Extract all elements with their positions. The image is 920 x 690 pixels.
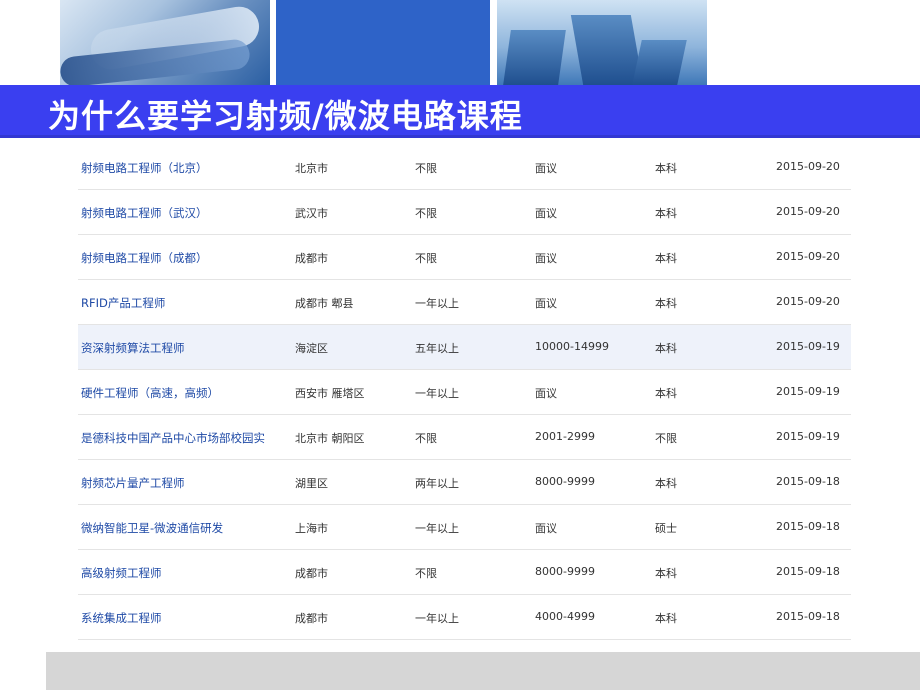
job-experience: 五年以上 [415, 342, 459, 355]
table-row[interactable]: 资深射频算法工程师 海淀区 五年以上 10000-14999 本科 2015-09-19 [78, 325, 851, 370]
job-title-link[interactable]: RFID产品工程师 [81, 295, 165, 311]
job-education: 硕士 [655, 522, 677, 535]
job-salary: 面议 [535, 297, 557, 310]
job-salary: 面议 [535, 387, 557, 400]
job-location: 北京市 朝阳区 [295, 432, 365, 445]
job-title-link[interactable]: 微纳智能卫星-微波通信研发 [81, 520, 223, 536]
job-education: 本科 [655, 297, 677, 310]
job-date: 2015-09-18 [776, 565, 840, 578]
job-salary: 面议 [535, 207, 557, 220]
job-location: 成都市 [295, 612, 328, 625]
job-title-link[interactable]: 硬件工程师（高速，高频） [81, 385, 219, 401]
blue-panel [276, 0, 490, 85]
job-education: 本科 [655, 162, 677, 175]
job-title-link[interactable]: 是德科技中国产品中心市场部校园实 [81, 430, 265, 446]
job-salary: 面议 [535, 522, 557, 535]
job-experience: 不限 [415, 432, 437, 445]
job-education: 本科 [655, 567, 677, 580]
job-title-link[interactable]: 射频电路工程师（北京） [81, 160, 208, 176]
table-row[interactable]: 射频电路工程师（北京） 北京市 不限 面议 本科 2015-09-20 [78, 145, 851, 190]
table-row[interactable]: 高级射频工程师 成都市 不限 8000-9999 本科 2015-09-18 [78, 550, 851, 595]
job-salary: 面议 [535, 252, 557, 265]
table-row[interactable]: 射频电路工程师（武汉） 武汉市 不限 面议 本科 2015-09-20 [78, 190, 851, 235]
job-date: 2015-09-20 [776, 205, 840, 218]
table-row[interactable]: 射频芯片量产工程师 湖里区 两年以上 8000-9999 本科 2015-09-18 [78, 460, 851, 505]
job-location: 成都市 [295, 567, 328, 580]
job-experience: 不限 [415, 252, 437, 265]
table-row[interactable]: 射频电路工程师（成都） 成都市 不限 面议 本科 2015-09-20 [78, 235, 851, 280]
job-salary: 8000-9999 [535, 565, 595, 578]
job-location: 武汉市 [295, 207, 328, 220]
job-listing-table: 射频电路工程师（北京） 北京市 不限 面议 本科 2015-09-20 射频电路工程师（武汉… [78, 145, 851, 685]
job-location: 北京市 [295, 162, 328, 175]
job-salary: 面议 [535, 162, 557, 175]
job-location: 西安市 雁塔区 [295, 387, 365, 400]
job-date: 2015-09-20 [776, 250, 840, 263]
table-row[interactable]: RFID产品工程师 成都市 郫县 一年以上 面议 本科 2015-09-20 [78, 280, 851, 325]
job-date: 2015-09-18 [776, 610, 840, 623]
table-row[interactable]: 是德科技中国产品中心市场部校园实 北京市 朝阳区 不限 2001-2999 不限 2015… [78, 415, 851, 460]
job-experience: 两年以上 [415, 477, 459, 490]
job-education: 本科 [655, 252, 677, 265]
job-location: 上海市 [295, 522, 328, 535]
job-salary: 2001-2999 [535, 430, 595, 443]
job-experience: 不限 [415, 162, 437, 175]
blank-panel [712, 0, 920, 85]
job-education: 本科 [655, 207, 677, 220]
job-salary: 8000-9999 [535, 475, 595, 488]
job-experience: 一年以上 [415, 612, 459, 625]
job-date: 2015-09-20 [776, 160, 840, 173]
job-title-link[interactable]: 射频芯片量产工程师 [81, 475, 185, 491]
job-experience: 一年以上 [415, 387, 459, 400]
job-education: 本科 [655, 612, 677, 625]
job-date: 2015-09-19 [776, 385, 840, 398]
job-date: 2015-09-19 [776, 340, 840, 353]
job-experience: 不限 [415, 207, 437, 220]
job-experience: 一年以上 [415, 297, 459, 310]
job-education: 本科 [655, 342, 677, 355]
job-title-link[interactable]: 射频电路工程师（成都） [81, 250, 208, 266]
job-title-link[interactable]: 射频电路工程师（武汉） [81, 205, 208, 221]
job-experience: 不限 [415, 567, 437, 580]
job-date: 2015-09-18 [776, 475, 840, 488]
job-location: 湖里区 [295, 477, 328, 490]
job-salary: 4000-4999 [535, 610, 595, 623]
job-education: 不限 [655, 432, 677, 445]
table-row[interactable]: 硬件工程师（高速，高频） 西安市 雁塔区 一年以上 面议 本科 2015-09-19 [78, 370, 851, 415]
keyboard-hands-image [60, 0, 270, 85]
job-title-link[interactable]: 高级射频工程师 [81, 565, 162, 581]
table-row[interactable]: 系统集成工程师 成都市 一年以上 4000-4999 本科 2015-09-18 [78, 595, 851, 640]
job-location: 海淀区 [295, 342, 328, 355]
job-date: 2015-09-20 [776, 295, 840, 308]
job-title-link[interactable]: 系统集成工程师 [81, 610, 162, 626]
bottom-strip [46, 652, 920, 690]
job-date: 2015-09-18 [776, 520, 840, 533]
table-row[interactable]: 微纳智能卫星-微波通信研发 上海市 一年以上 面议 硕士 2015-09-18 [78, 505, 851, 550]
job-location: 成都市 [295, 252, 328, 265]
job-education: 本科 [655, 387, 677, 400]
title-banner: 为什么要学习射频/微波电路课程 [0, 85, 920, 138]
job-title-link[interactable]: 资深射频算法工程师 [81, 340, 185, 356]
job-date: 2015-09-19 [776, 430, 840, 443]
job-education: 本科 [655, 477, 677, 490]
skyscraper-image [497, 0, 707, 85]
job-experience: 一年以上 [415, 522, 459, 535]
job-salary: 10000-14999 [535, 340, 609, 353]
header-image-band [0, 0, 920, 85]
page-title: 为什么要学习射频/微波电路课程 [48, 97, 523, 135]
job-location: 成都市 郫县 [295, 297, 354, 310]
